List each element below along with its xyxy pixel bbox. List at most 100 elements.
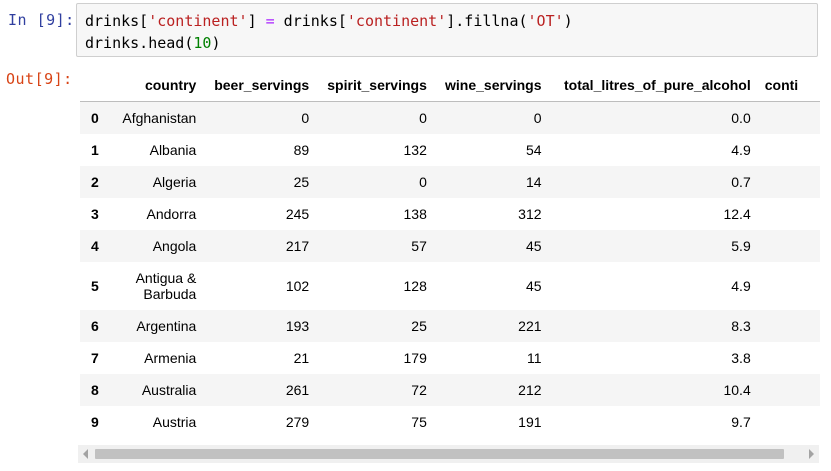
row-index: 2 — [91, 173, 99, 190]
output-prompt: Out[9]: — [6, 70, 73, 88]
cell-wine-servings: 45 — [525, 237, 542, 254]
table-row: 6 Argentina 193 25 221 8.3 — [80, 309, 820, 342]
code-string: 'continent' — [148, 12, 248, 30]
cell-wine-servings: 191 — [518, 413, 542, 430]
scrollbar-thumb[interactable] — [95, 449, 784, 459]
output-area: country beer_servings spirit_servings wi… — [80, 68, 820, 440]
cell-country: Argentina — [136, 317, 197, 334]
cell-spirit-servings: 132 — [403, 141, 427, 158]
row-index: 9 — [91, 413, 99, 430]
code-line-1: drinks['continent'] = drinks['continent'… — [85, 10, 809, 32]
code-token: drinks[ — [274, 12, 347, 30]
arrow-right-icon[interactable] — [809, 449, 814, 459]
dataframe-table: country beer_servings spirit_servings wi… — [80, 68, 820, 438]
arrow-left-icon[interactable] — [83, 449, 88, 459]
cell-total-litres: 10.4 — [723, 381, 751, 398]
cell-spirit-servings: 25 — [411, 317, 427, 334]
row-index: 0 — [91, 109, 99, 126]
code-line-2: drinks.head(10) — [85, 32, 809, 54]
input-prompt: In [9]: — [8, 11, 75, 29]
table-row: 1 Albania 89 132 54 4.9 — [80, 133, 820, 166]
cell-beer-servings: 261 — [285, 381, 310, 398]
row-index: 5 — [91, 277, 99, 294]
row-index: 6 — [91, 317, 99, 334]
table-row: 2 Algeria 25 0 14 0.7 — [80, 165, 820, 198]
cell-country: Afghanistan — [122, 109, 197, 126]
cell-total-litres: 4.9 — [731, 141, 751, 158]
row-index: 1 — [91, 141, 99, 158]
code-number: 10 — [193, 34, 212, 52]
code-token: drinks[ — [85, 12, 149, 30]
cell-continent — [758, 198, 820, 230]
column-header: conti — [757, 68, 820, 102]
cell-continent — [758, 374, 820, 406]
column-header: country — [111, 68, 204, 102]
cell-spirit-servings: 72 — [411, 381, 427, 398]
cell-spirit-servings: 138 — [403, 205, 427, 222]
cell-wine-servings: 212 — [518, 381, 542, 398]
cell-country: Algeria — [152, 173, 197, 190]
row-index: 7 — [91, 349, 99, 366]
cell-total-litres: 3.8 — [731, 349, 751, 366]
cell-spirit-servings: 0 — [419, 109, 427, 126]
cell-beer-servings: 217 — [285, 237, 310, 254]
cell-country: Armenia — [144, 349, 197, 366]
table-row: 3 Andorra 245 138 312 12.4 — [80, 197, 820, 230]
cell-country: Albania — [149, 141, 197, 158]
cell-spirit-servings: 57 — [411, 237, 427, 254]
code-cell-editor[interactable]: drinks['continent'] = drinks['continent'… — [76, 3, 818, 57]
cell-total-litres: 0.7 — [731, 173, 751, 190]
cell-country: Antigua & Barbuda — [135, 269, 197, 302]
row-index: 8 — [91, 381, 99, 398]
cell-continent — [758, 102, 820, 134]
column-header: spirit_servings — [316, 68, 434, 102]
cell-wine-servings: 312 — [518, 205, 542, 222]
table-row: 5 Antigua & Barbuda 102 128 45 4.9 — [80, 261, 820, 310]
cell-continent — [758, 166, 820, 198]
table-row: 0 Afghanistan 0 0 0 0.0 — [80, 101, 820, 134]
cell-total-litres: 9.7 — [731, 413, 751, 430]
table-body: 0 Afghanistan 0 0 0 0.0 1 Albania 89 132 54 4.9 2 Alg… — [80, 101, 820, 438]
code-token: ].fillna( — [446, 12, 528, 30]
cell-wine-servings: 11 — [526, 349, 542, 366]
cell-wine-servings: 45 — [525, 277, 542, 294]
code-token: ) — [211, 34, 221, 52]
column-header: wine_servings — [433, 68, 549, 102]
cell-spirit-servings: 179 — [403, 349, 427, 366]
cell-continent — [758, 310, 820, 342]
cell-total-litres: 5.9 — [731, 237, 751, 254]
cell-total-litres: 12.4 — [723, 205, 751, 222]
horizontal-scrollbar[interactable] — [78, 445, 819, 463]
code-string: 'continent' — [346, 12, 447, 30]
cell-beer-servings: 193 — [285, 317, 310, 334]
cell-beer-servings: 21 — [293, 349, 310, 366]
cell-total-litres: 8.3 — [731, 317, 751, 334]
cell-continent — [758, 230, 820, 262]
code-token: drinks.head( — [85, 34, 194, 52]
cell-continent — [758, 342, 820, 374]
cell-wine-servings: 0 — [533, 109, 542, 126]
cell-beer-servings: 245 — [285, 205, 310, 222]
cell-beer-servings: 89 — [293, 141, 310, 158]
cell-total-litres: 4.9 — [731, 277, 751, 294]
code-token: ) — [563, 12, 573, 30]
table-row: 7 Armenia 21 179 11 3.8 — [80, 341, 820, 374]
cell-beer-servings: 25 — [293, 173, 310, 190]
cell-spirit-servings: 0 — [419, 173, 427, 190]
cell-spirit-servings: 75 — [411, 413, 427, 430]
cell-continent — [758, 262, 820, 310]
table-row: 4 Angola 217 57 45 5.9 — [80, 229, 820, 262]
row-index: 4 — [91, 237, 99, 254]
code-operator: = — [265, 12, 275, 30]
cell-country: Angola — [152, 237, 197, 254]
cell-beer-servings: 279 — [285, 413, 310, 430]
cell-beer-servings: 102 — [285, 277, 310, 294]
cell-country: Australia — [141, 381, 197, 398]
column-header: total_litres_of_pure_alcohol — [548, 68, 758, 102]
code-string: 'OT' — [527, 12, 564, 30]
cell-country: Andorra — [146, 205, 197, 222]
cell-wine-servings: 14 — [525, 173, 542, 190]
cell-spirit-servings: 128 — [403, 277, 427, 294]
cell-continent — [758, 406, 820, 438]
table-row: 9 Austria 279 75 191 9.7 — [80, 405, 820, 438]
